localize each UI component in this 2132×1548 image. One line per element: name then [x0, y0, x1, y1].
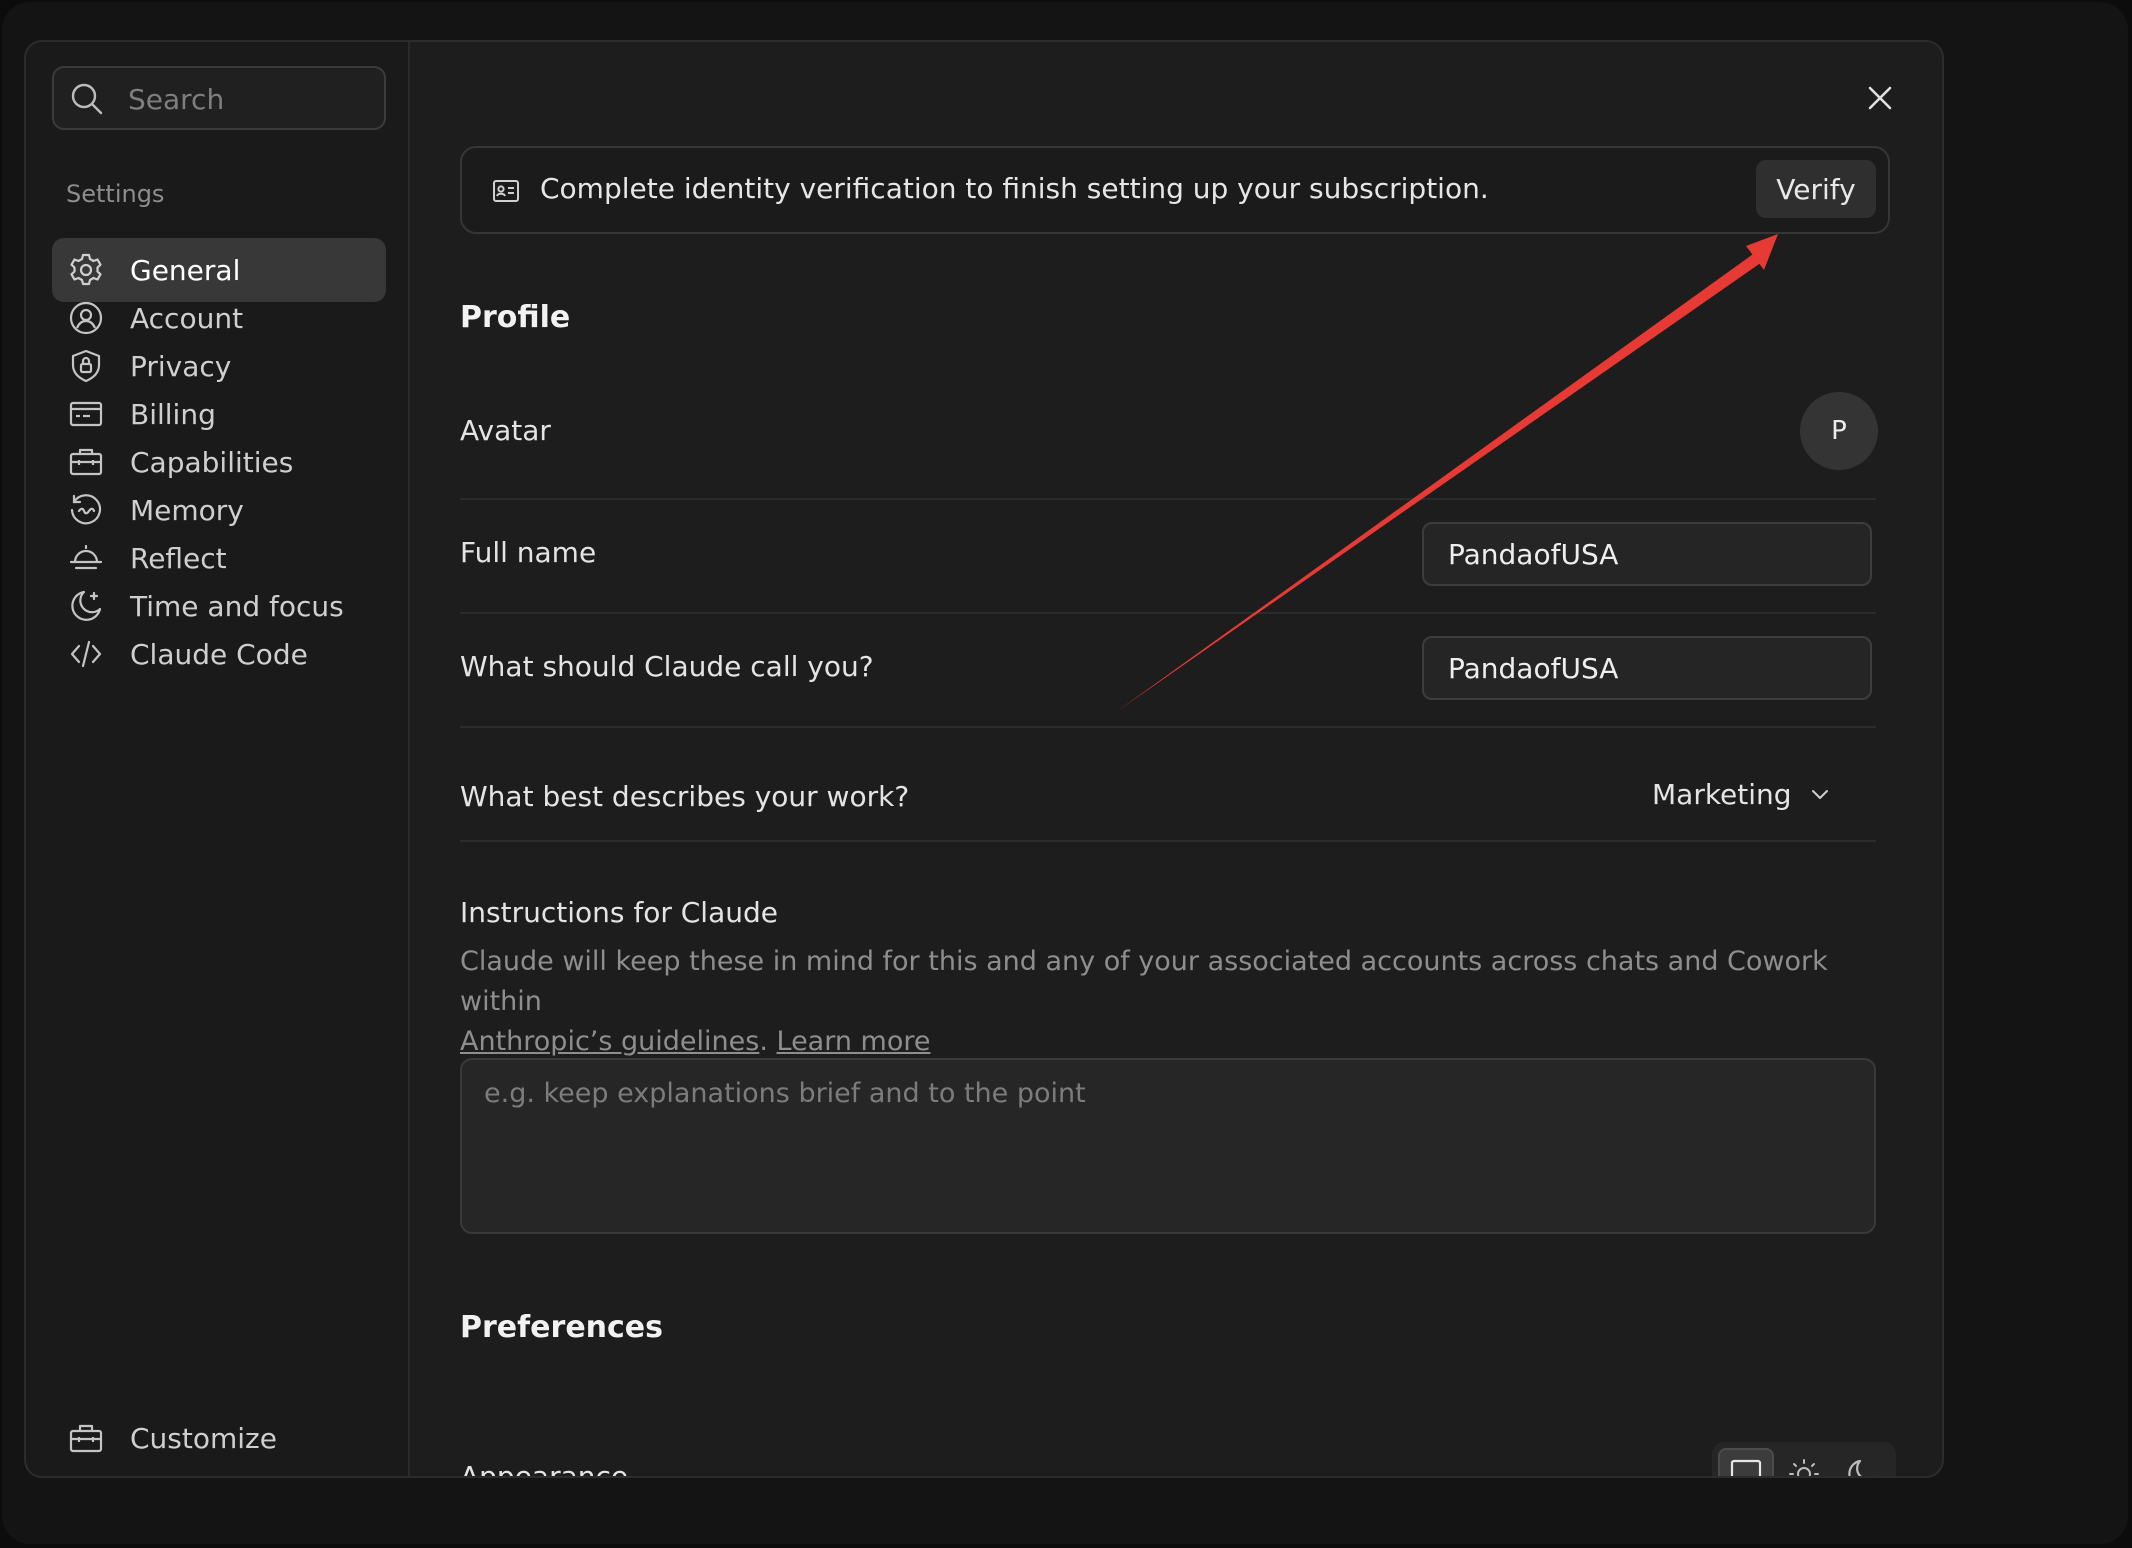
sidebar-item-label: Reflect [130, 541, 227, 575]
gear-icon [70, 253, 102, 286]
search-input[interactable] [128, 78, 368, 120]
work-select-value: Marketing [1652, 777, 1792, 811]
sidebar-item-label: Privacy [130, 349, 232, 383]
code-icon [70, 640, 102, 668]
sidebar-item-label: General [130, 253, 241, 287]
call-you-label: What should Claude call you? [460, 650, 874, 683]
user-circle-icon [69, 301, 103, 335]
full-name-field[interactable] [1422, 522, 1872, 586]
verify-button[interactable]: Verify [1756, 160, 1876, 218]
history-icon [70, 494, 102, 525]
sidebar-item-label: Time and focus [130, 589, 344, 623]
appearance-label: Appearance [460, 1460, 629, 1478]
moon-star-icon [71, 590, 102, 621]
shield-lock-icon [71, 349, 101, 383]
id-card-icon [493, 180, 519, 202]
instructions-description: Claude will keep these in mind for this … [460, 946, 1828, 1057]
appearance-light-button[interactable] [1776, 1448, 1832, 1476]
avatar-label: Avatar [460, 414, 551, 447]
learn-more-link[interactable]: Learn more [777, 1026, 931, 1057]
settings-section-label: Settings [66, 180, 165, 208]
profile-heading: Profile [460, 300, 571, 335]
sidebar-item-label: Account [130, 301, 244, 335]
sidebar-item-label: Capabilities [130, 445, 294, 479]
briefcase-icon [69, 448, 103, 476]
close-icon[interactable] [1858, 76, 1902, 120]
sidebar-item-label: Billing [130, 397, 216, 431]
work-select[interactable]: Marketing [1652, 768, 1832, 820]
divider [460, 840, 1876, 842]
guidelines-link[interactable]: Anthropic’s guidelines [460, 1026, 759, 1057]
moon-icon [1848, 1459, 1876, 1476]
credit-card-icon [69, 401, 103, 427]
settings-modal: Settings General Account Privacy [24, 40, 1944, 1478]
divider [460, 498, 1876, 500]
chevron-down-icon [1811, 790, 1828, 799]
toolbox-icon [69, 1424, 103, 1453]
sidebar-item-customize[interactable]: Customize [52, 1406, 386, 1470]
sidebar-item-label: Memory [130, 493, 244, 527]
search-box[interactable] [52, 66, 386, 130]
settings-sidebar: Settings General Account Privacy [26, 42, 410, 1476]
banner-message: Complete identity verification to finish… [540, 172, 1489, 205]
appearance-dark-button[interactable] [1834, 1448, 1890, 1476]
search-icon [71, 83, 103, 115]
full-name-label: Full name [460, 536, 597, 569]
appearance-system-button[interactable] [1718, 1448, 1774, 1476]
instructions-desc-text: Claude will keep these in mind for this … [460, 946, 1828, 1017]
monitor-icon [1730, 1459, 1762, 1476]
identity-verification-banner: Complete identity verification to finish… [460, 146, 1890, 234]
instructions-textarea[interactable] [460, 1058, 1876, 1234]
divider [460, 612, 1876, 614]
nickname-field[interactable] [1422, 636, 1872, 700]
sunrise-icon [69, 544, 103, 570]
preferences-heading: Preferences [460, 1310, 664, 1345]
appearance-toggle [1712, 1442, 1896, 1476]
work-label: What best describes your work? [460, 780, 910, 813]
sidebar-item-claude-code[interactable]: Claude Code [52, 622, 386, 686]
sidebar-item-label: Customize [130, 1421, 277, 1455]
sun-icon [1789, 1459, 1819, 1476]
divider [460, 726, 1876, 728]
sidebar-item-label: Claude Code [130, 637, 308, 671]
avatar[interactable]: P [1800, 392, 1878, 470]
settings-content: Complete identity verification to finish… [412, 42, 1942, 1476]
instructions-label: Instructions for Claude [460, 896, 778, 929]
